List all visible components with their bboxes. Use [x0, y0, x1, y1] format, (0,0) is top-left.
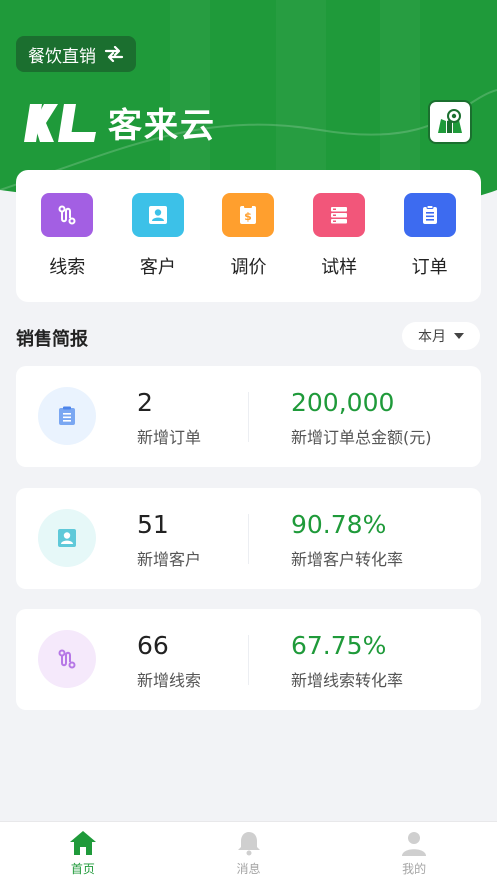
quick-action-label: 试样 — [321, 257, 358, 278]
stat-count-block: 51 新增客户 — [137, 510, 201, 570]
tab-messages[interactable]: 消息 — [166, 822, 332, 883]
period-selector[interactable]: 本月 — [402, 322, 480, 350]
tab-label: 首页 — [70, 862, 95, 876]
mode-switch-button[interactable]: 餐饮直销 — [16, 36, 136, 72]
tab-label: 消息 — [236, 862, 261, 876]
tab-profile[interactable]: 我的 — [331, 822, 497, 883]
lead-icon — [38, 630, 96, 688]
stat-metric-label: 新增客户转化率 — [291, 550, 404, 569]
mode-label: 餐饮直销 — [28, 46, 96, 67]
swap-icon — [104, 46, 124, 62]
stat-count: 51 — [137, 510, 169, 539]
brand-logo-icon — [24, 103, 96, 142]
stat-count: 66 — [137, 631, 169, 660]
stat-metric-block: 90.78% 新增客户转化率 — [291, 510, 403, 570]
map-button[interactable] — [428, 100, 472, 144]
quick-action-label: 线索 — [49, 257, 86, 278]
stat-metric-block: 200,000 新增订单总金额(元) — [291, 388, 432, 448]
stat-count-block: 2 新增订单 — [137, 388, 201, 448]
stat-metric: 200,000 — [291, 388, 395, 417]
price-icon: $ — [222, 193, 275, 237]
map-pin-icon — [438, 109, 462, 133]
stat-metric-label: 新增订单总金额(元) — [291, 428, 432, 447]
order-icon — [38, 387, 96, 445]
tab-home[interactable]: 首页 — [0, 822, 166, 883]
divider — [248, 392, 249, 442]
stat-metric-block: 67.75% 新增线索转化率 — [291, 631, 403, 691]
stat-card-customers[interactable]: 51 新增客户 90.78% 新增客户转化率 — [16, 488, 481, 589]
quick-action-price[interactable]: $ 调价 — [208, 193, 288, 279]
user-icon — [402, 832, 427, 856]
tab-label: 我的 — [402, 862, 427, 876]
caret-down-icon — [454, 333, 464, 339]
stat-metric: 90.78% — [291, 510, 387, 539]
customer-icon — [38, 509, 96, 567]
bottom-tabbar: 首页 消息 我的 — [0, 821, 497, 883]
section-title: 销售简报 — [16, 329, 88, 350]
stat-card-orders[interactable]: 2 新增订单 200,000 新增订单总金额(元) — [16, 366, 481, 467]
quick-action-order[interactable]: 订单 — [390, 193, 470, 279]
stat-metric: 67.75% — [291, 631, 387, 660]
divider — [248, 514, 249, 564]
svg-text:$: $ — [245, 210, 253, 223]
quick-action-label: 客户 — [139, 257, 176, 278]
home-icon — [69, 831, 96, 855]
stat-card-leads[interactable]: 66 新增线索 67.75% 新增线索转化率 — [16, 609, 481, 710]
stat-metric-label: 新增线索转化率 — [291, 671, 404, 690]
bell-icon — [237, 832, 260, 856]
sample-icon — [313, 193, 366, 237]
divider — [248, 635, 249, 685]
quick-action-sample[interactable]: 试样 — [299, 193, 379, 279]
stat-count-block: 66 新增线索 — [137, 631, 201, 691]
period-label: 本月 — [418, 329, 446, 345]
stat-count-label: 新增客户 — [137, 550, 202, 569]
quick-action-lead[interactable]: 线索 — [27, 193, 107, 279]
quick-actions-card: 线索 客户 $ 调价 试样 订单 — [16, 170, 481, 302]
quick-action-label: 调价 — [230, 257, 267, 278]
stat-count-label: 新增线索 — [137, 671, 202, 690]
brand: 客来云 — [24, 98, 216, 147]
lead-icon — [41, 193, 94, 237]
quick-action-customer[interactable]: 客户 — [118, 193, 198, 279]
order-icon — [403, 193, 456, 237]
stat-count-label: 新增订单 — [137, 428, 202, 447]
brand-name: 客来云 — [108, 106, 216, 146]
customer-icon — [131, 193, 184, 237]
stat-count: 2 — [137, 388, 153, 417]
quick-action-label: 订单 — [411, 257, 448, 278]
